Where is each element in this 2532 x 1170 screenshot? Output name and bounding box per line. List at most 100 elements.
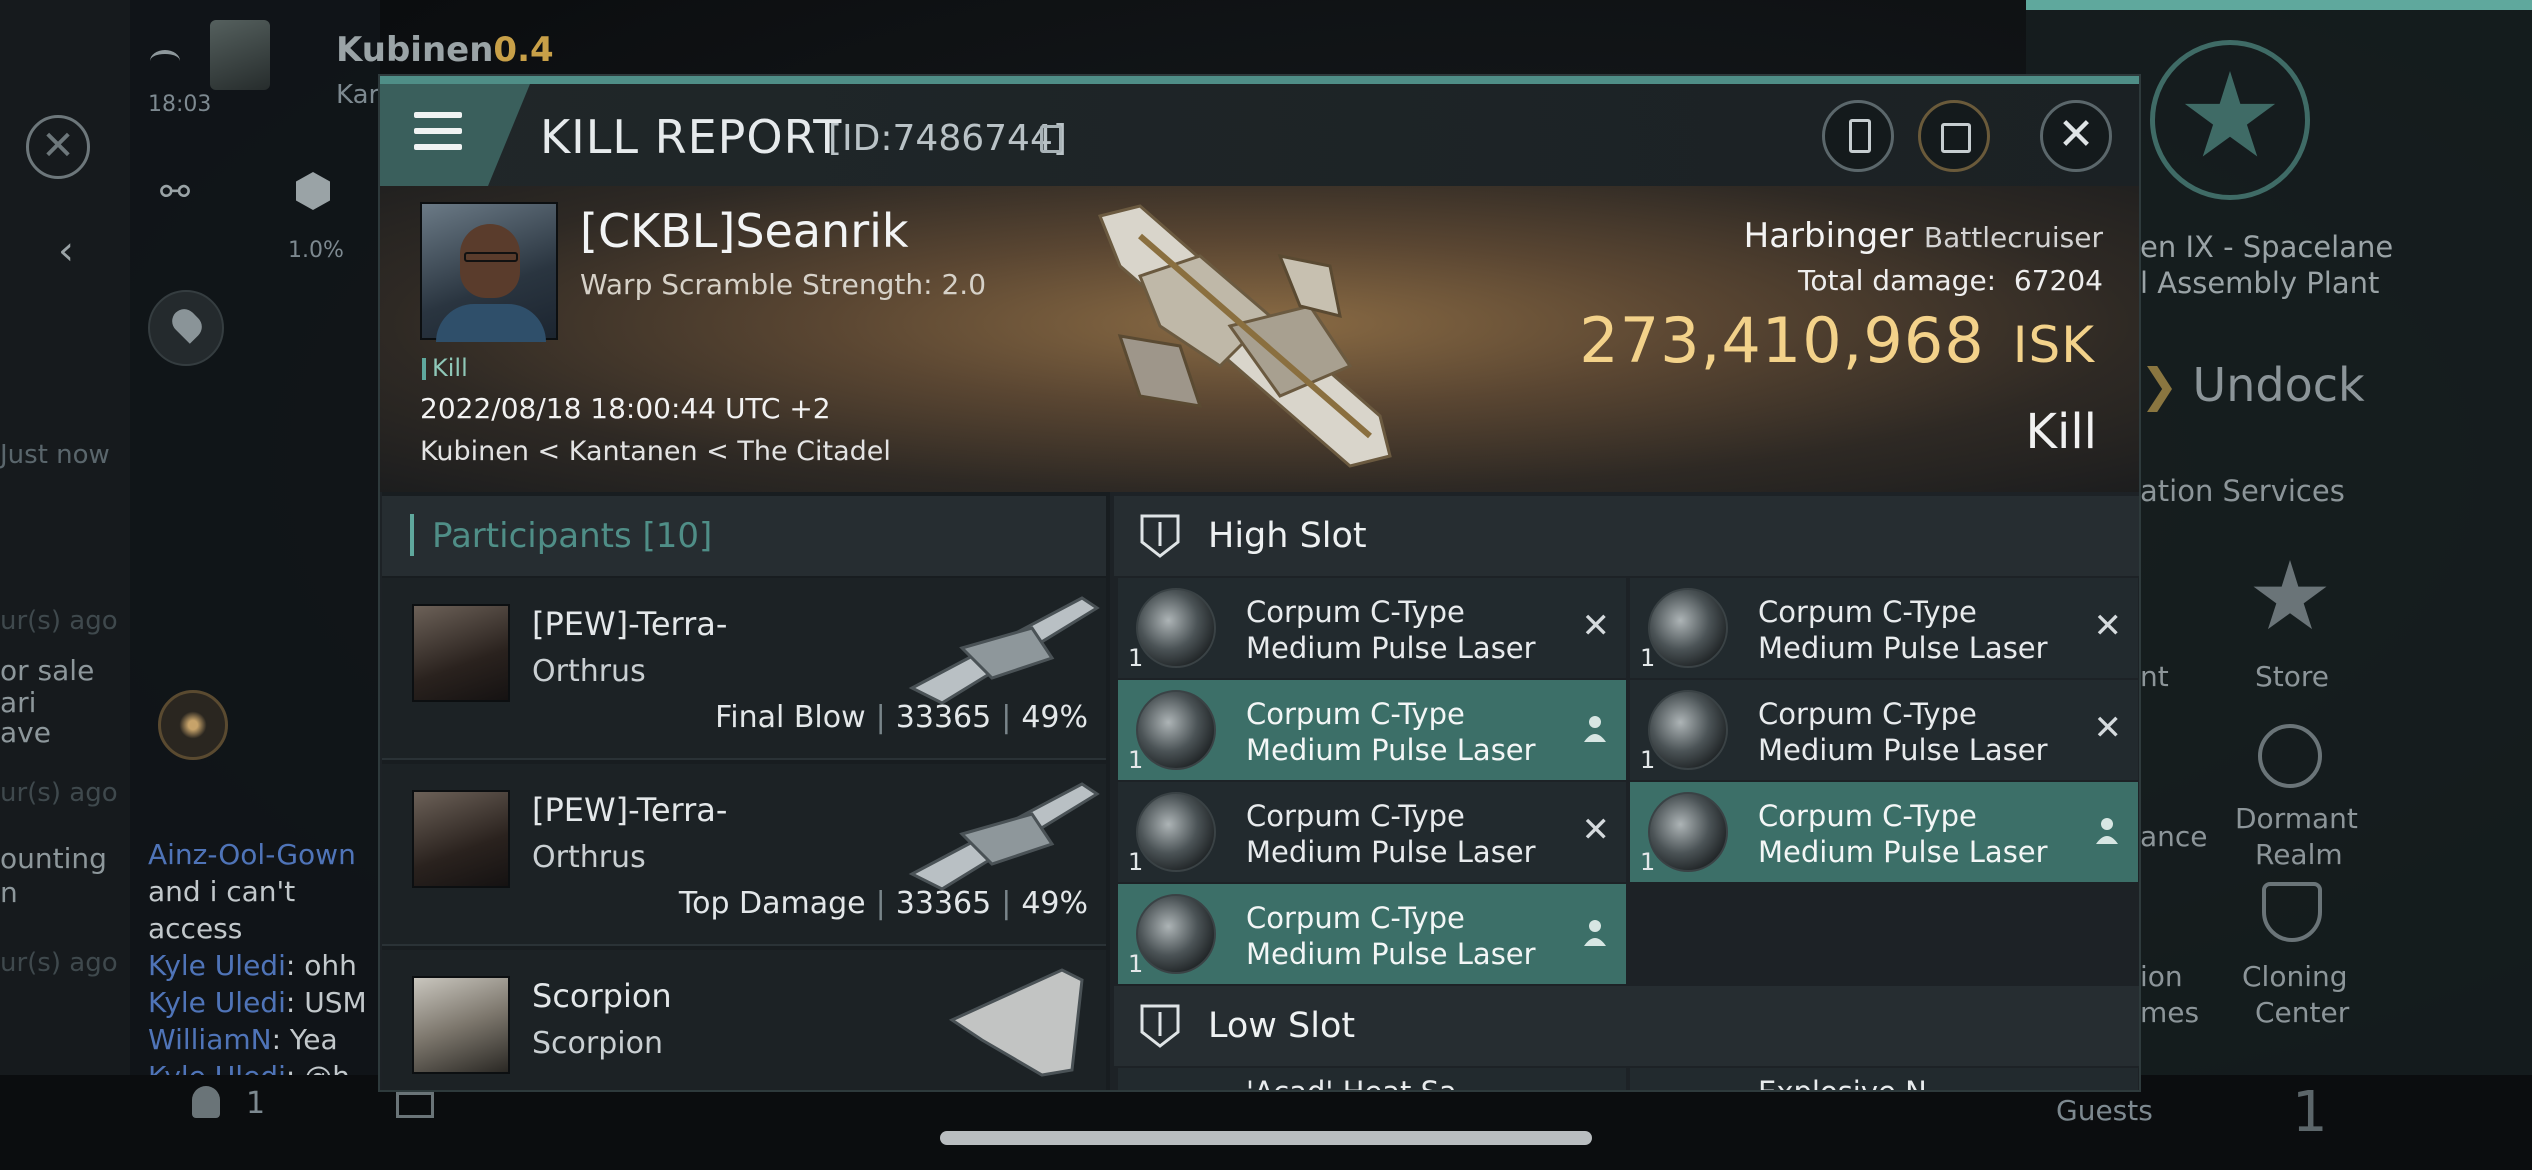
ship-name: Harbinger xyxy=(1743,216,1914,256)
kill-id: [ID:7486744] xyxy=(828,118,1067,159)
local-count: 1 xyxy=(246,1086,266,1121)
participant-stats: Top Damage | 33365 | 49% xyxy=(678,886,1088,921)
pulse-laser-icon xyxy=(1136,690,1216,770)
participant-ship: Orthrus xyxy=(532,654,646,689)
dropped-person-icon xyxy=(1584,716,1606,742)
destroyed-icon: ✕ xyxy=(1581,606,1611,646)
guests-label: Guests xyxy=(2056,1094,2153,1127)
undock-chevron-icon: ❯ xyxy=(2140,358,2179,412)
player-subtitle: Kar xyxy=(336,80,380,110)
game-screen: { "background": { "player_name": "Kubine… xyxy=(0,0,2532,1170)
kill-location: Kubinen < Kantanen < The Citadel xyxy=(420,436,891,467)
high-slot-module[interactable]: 1 Corpum C-Type Medium Pulse Laser ✕ xyxy=(1118,578,1626,678)
ship-class: Battlecruiser xyxy=(1923,221,2103,254)
mail-icon[interactable] xyxy=(396,1092,434,1118)
participants-count: [10] xyxy=(642,516,713,556)
participant-row[interactable]: [PEW]-Terra- Orthrus Final Blow | 33365 | 49% xyxy=(382,578,1106,760)
player-name-row: Kubinen0.4 xyxy=(336,30,554,70)
close-icon[interactable]: ✕ xyxy=(26,115,90,179)
pulse-laser-icon xyxy=(1136,894,1216,974)
station-name-line1: en IX - Spacelane xyxy=(2140,230,2394,264)
low-slot-module[interactable]: 'Acad' Heat Sa xyxy=(1118,1068,1626,1090)
service-mes-label[interactable]: mes xyxy=(2140,996,2199,1029)
high-slot-module[interactable]: 1 Corpum C-Type Medium Pulse Laser ✕ xyxy=(1630,578,2138,678)
participant-damage: 33365 xyxy=(895,700,992,735)
kill-result: Kill xyxy=(2025,404,2097,460)
close-button[interactable]: ✕ xyxy=(2040,100,2112,172)
chat-log: Ainz-Ool-Gown and i can't access Kyle Ul… xyxy=(148,836,388,1095)
station-panel-accent xyxy=(2026,0,2532,10)
pulse-laser-icon xyxy=(1648,588,1728,668)
player-name: Kubinen xyxy=(336,30,494,70)
service-dormant-1[interactable]: Dormant xyxy=(2235,802,2358,835)
isk-value: 273,410,968 xyxy=(1579,304,1985,377)
undock-button[interactable]: ❯ Undock xyxy=(2140,358,2365,412)
isk-value-row: 273,410,968 ISK xyxy=(1579,304,2095,377)
chevron-left-icon[interactable]: ‹ xyxy=(58,228,74,274)
victim-portrait[interactable] xyxy=(420,202,558,342)
participant-damage: 33365 xyxy=(895,886,992,921)
high-slot-module[interactable]: 1 Corpum C-Type Medium Pulse Laser ✕ xyxy=(1630,680,2138,780)
cargo-percent: 1.0% xyxy=(288,238,344,263)
participant-percent: 49% xyxy=(1021,700,1088,735)
chat-time-2: ur(s) ago xyxy=(0,778,118,808)
module-name: Corpum C-Type Medium Pulse Laser xyxy=(1246,595,1536,665)
chat-time-just-now: Just now xyxy=(0,440,110,470)
chat-line: Kyle Uledi: ohh xyxy=(148,949,357,982)
participant-row[interactable]: Scorpion Scorpion xyxy=(382,950,1106,1090)
overview-icon[interactable]: ⚯ xyxy=(160,172,190,213)
pulse-laser-icon xyxy=(1136,588,1216,668)
high-slot-module[interactable]: 1 Corpum C-Type Medium Pulse Laser xyxy=(1630,782,2138,882)
participant-row[interactable]: [PEW]-Terra- Orthrus Top Damage | 33365 | 49% xyxy=(382,764,1106,946)
participant-name: [PEW]-Terra- xyxy=(532,791,728,829)
service-nt-label[interactable]: nt xyxy=(2140,660,2169,693)
participant-ship: Orthrus xyxy=(532,840,646,875)
total-damage: 67204 xyxy=(2013,264,2103,297)
low-slot-module[interactable]: Explosive N xyxy=(1630,1068,2138,1090)
destroyed-icon: ✕ xyxy=(2093,606,2123,646)
modal-accent-bar xyxy=(380,76,2139,84)
station-name-line2: l Assembly Plant xyxy=(2140,266,2380,300)
target-icon[interactable] xyxy=(158,690,228,760)
share-icon xyxy=(1941,123,1971,153)
service-cloning-2[interactable]: Center xyxy=(2255,996,2349,1029)
station-services-label: ation Services xyxy=(2140,474,2345,508)
service-ion-label[interactable]: ion xyxy=(2140,960,2183,993)
close-icon: ✕ xyxy=(2057,109,2095,160)
high-slot-module[interactable]: 1 Corpum C-Type Medium Pulse Laser ✕ xyxy=(1118,782,1626,882)
participants-title: Participants [10] xyxy=(432,516,713,556)
low-slot-header: Low Slot xyxy=(1114,986,2139,1066)
pulse-laser-icon xyxy=(1136,792,1216,872)
security-status: 0.4 xyxy=(493,30,554,70)
copy-icon[interactable] xyxy=(1040,125,1062,153)
player-avatar[interactable] xyxy=(210,20,270,90)
module-name: Corpum C-Type Medium Pulse Laser xyxy=(1758,697,2048,767)
location-pin-button[interactable] xyxy=(148,290,224,366)
participant-tag: Final Blow xyxy=(715,700,866,735)
wifi-icon xyxy=(150,50,180,72)
dormant-realm-icon[interactable] xyxy=(2258,724,2322,788)
chat-line: WilliamN: Yea xyxy=(148,1023,338,1056)
high-slot-module[interactable]: 1 Corpum C-Type Medium Pulse Laser xyxy=(1118,884,1626,984)
module-name: Corpum C-Type Medium Pulse Laser xyxy=(1246,799,1536,869)
harbinger-ship-image[interactable] xyxy=(1080,196,1420,486)
total-damage-row: Total damage: 67204 xyxy=(1798,264,2103,297)
participant-percent: 49% xyxy=(1021,886,1088,921)
high-slot-module[interactable]: 1 Corpum C-Type Medium Pulse Laser xyxy=(1118,680,1626,780)
share-button[interactable] xyxy=(1918,100,1990,172)
clipboard-button[interactable] xyxy=(1822,100,1894,172)
high-slot-header: High Slot xyxy=(1114,496,2139,576)
service-ance-label[interactable]: ance xyxy=(2140,820,2208,853)
service-store-label[interactable]: Store xyxy=(2255,660,2329,693)
person-icon[interactable] xyxy=(192,1086,220,1118)
home-indicator[interactable] xyxy=(940,1131,1592,1145)
kill-tag: Kill xyxy=(422,354,468,382)
warp-scramble-strength: Warp Scramble Strength: 2.0 xyxy=(580,268,987,301)
chat-fragment-4: ounting xyxy=(0,842,107,875)
service-cloning-1[interactable]: Cloning xyxy=(2242,960,2348,993)
cloning-center-icon[interactable] xyxy=(2262,882,2322,942)
high-slot-icon xyxy=(1140,514,1180,558)
scorpion-ship-image xyxy=(948,968,1084,1077)
service-dormant-2[interactable]: Realm xyxy=(2255,838,2343,871)
participants-accent xyxy=(410,514,414,556)
